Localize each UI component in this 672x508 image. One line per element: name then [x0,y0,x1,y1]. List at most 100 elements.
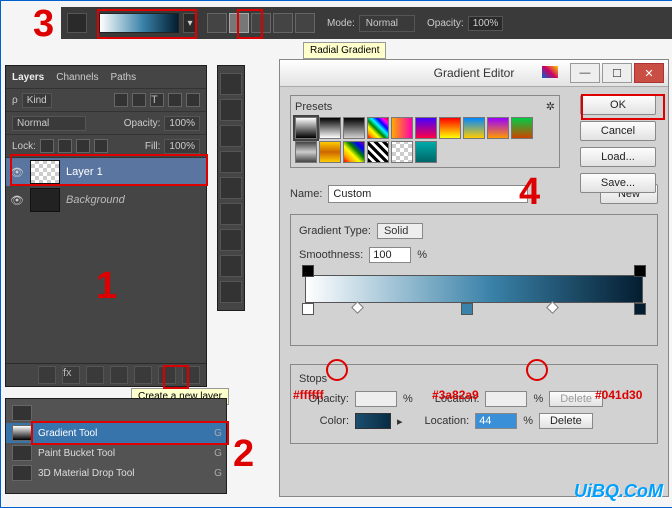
filter-kind[interactable]: Kind [22,93,52,108]
layer-opacity-field[interactable]: 100% [164,116,200,131]
preset-swatch[interactable] [511,117,533,139]
percent-label: % [403,393,413,405]
lock-position-icon[interactable] [76,139,90,153]
preset-swatch[interactable] [463,117,485,139]
smoothness-input[interactable] [369,247,411,263]
tool-icon[interactable] [220,203,242,225]
layer-thumbnail[interactable] [30,188,60,212]
tool-icon[interactable] [220,255,242,277]
presets-gear-icon[interactable]: ✲ [546,100,555,113]
tab-paths[interactable]: Paths [111,72,137,83]
radial-gradient-button[interactable] [229,13,249,33]
load-button[interactable]: Load... [580,147,656,167]
delete-layer-icon[interactable] [182,366,200,384]
preset-swatch[interactable] [343,141,365,163]
dialog-titlebar[interactable]: Gradient Editor — ☐ ✕ [280,60,668,87]
group-icon[interactable] [134,366,152,384]
tool-icon[interactable] [220,177,242,199]
layer-mask-icon[interactable] [86,366,104,384]
tool-icon[interactable] [220,125,242,147]
ok-button[interactable]: OK [580,95,656,115]
opacity-label: Opacity: [124,118,161,129]
preset-swatch[interactable] [367,117,389,139]
layer-name[interactable]: Background [66,194,202,206]
gradient-bar[interactable] [305,275,643,303]
maximize-button[interactable]: ☐ [602,63,632,83]
gradient-preview[interactable] [99,13,179,33]
preset-swatch[interactable] [487,117,509,139]
window-icon [542,66,558,78]
gradient-name-input[interactable] [328,185,528,203]
delete-stop-button[interactable]: Delete [539,413,593,429]
filter-shape-icon[interactable] [168,93,182,107]
preset-swatch[interactable] [415,141,437,163]
preset-swatch[interactable] [295,141,317,163]
tool-icon[interactable] [220,99,242,121]
midpoint-stop[interactable] [351,301,364,314]
foreground-background-swatch[interactable] [67,13,87,33]
panel-tabs: Layers Channels Paths [6,66,206,89]
save-button[interactable]: Save... [580,173,656,193]
filter-pixel-icon[interactable] [114,93,128,107]
filter-adjust-icon[interactable] [132,93,146,107]
tab-layers[interactable]: Layers [12,72,44,83]
lock-all-icon[interactable] [94,139,108,153]
preset-swatch[interactable] [391,141,413,163]
minimize-button[interactable]: — [570,63,600,83]
preset-swatch[interactable] [391,117,413,139]
flyout-item-blank[interactable] [6,403,226,423]
lock-pixels-icon[interactable] [58,139,72,153]
flyout-item-gradient[interactable]: Gradient Tool G [6,423,226,443]
tool-icon [12,405,32,421]
gradient-type-select[interactable]: Solid [377,223,423,239]
opacity-stop[interactable] [302,265,314,277]
filter-type-icon[interactable]: T [150,93,164,107]
linear-gradient-button[interactable] [207,13,227,33]
layer-row[interactable]: 👁 Background [6,186,206,214]
opacity-stop[interactable] [634,265,646,277]
preset-swatch[interactable] [415,117,437,139]
preset-swatch[interactable] [319,117,341,139]
preset-swatch[interactable] [343,117,365,139]
smoothness-label: Smoothness: [299,249,363,261]
cancel-button[interactable]: Cancel [580,121,656,141]
diamond-gradient-button[interactable] [295,13,315,33]
layer-style-icon[interactable]: fx [62,366,80,384]
preset-swatch[interactable] [295,117,317,139]
filter-smart-icon[interactable] [186,93,200,107]
angle-gradient-button[interactable] [251,13,271,33]
lock-transparent-icon[interactable] [40,139,54,153]
link-layers-icon[interactable] [38,366,56,384]
color-stop[interactable] [302,303,314,315]
layer-row-selected[interactable]: 👁 Layer 1 [6,158,206,186]
lock-label: Lock: [12,141,36,152]
blend-mode-dropdown[interactable]: Normal [359,15,415,32]
visibility-toggle[interactable]: 👁 [10,165,24,179]
layer-fill-field[interactable]: 100% [164,139,200,154]
new-layer-icon[interactable] [158,366,176,384]
tool-icon[interactable] [220,73,242,95]
adjustment-layer-icon[interactable] [110,366,128,384]
flyout-item-paint-bucket[interactable]: Paint Bucket Tool G [6,443,226,463]
opacity-field[interactable]: 100% [468,16,504,31]
tab-channels[interactable]: Channels [56,72,98,83]
close-button[interactable]: ✕ [634,63,664,83]
gradient-picker-dropdown[interactable]: ▾ [183,13,197,33]
tool-icon[interactable] [220,229,242,251]
preset-swatch[interactable] [367,141,389,163]
color-stop[interactable] [461,303,473,315]
color-location-input[interactable] [475,413,517,429]
color-well[interactable] [355,413,391,429]
flyout-item-material-drop[interactable]: 3D Material Drop Tool G [6,463,226,483]
blend-mode-select[interactable]: Normal [12,116,86,131]
preset-swatch[interactable] [439,117,461,139]
midpoint-stop[interactable] [546,301,559,314]
layer-name[interactable]: Layer 1 [66,166,202,178]
reflected-gradient-button[interactable] [273,13,293,33]
tool-icon[interactable] [220,281,242,303]
preset-swatch[interactable] [319,141,341,163]
layer-thumbnail[interactable] [30,160,60,184]
tool-icon[interactable] [220,151,242,173]
visibility-toggle[interactable]: 👁 [10,193,24,207]
color-stop[interactable] [634,303,646,315]
